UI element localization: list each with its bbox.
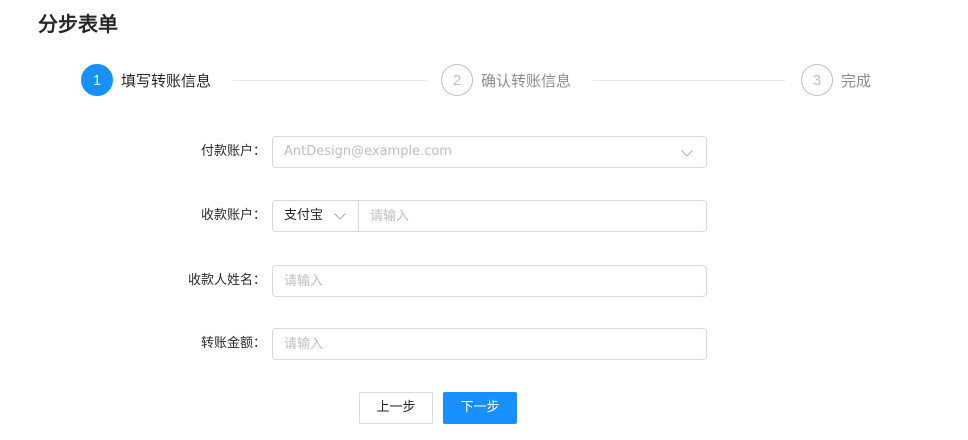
pay-account-placeholder: AntDesign@example.com bbox=[284, 144, 452, 159]
receiver-name-row: 收款人姓名： bbox=[0, 265, 968, 297]
receiver-account-group: 支付宝 bbox=[272, 200, 707, 232]
step-2: 2 确认转账信息 bbox=[441, 64, 571, 96]
receiver-name-field bbox=[272, 265, 707, 297]
receiver-name-label: 收款人姓名： bbox=[187, 273, 266, 288]
step-3-number: 3 bbox=[801, 64, 833, 96]
amount-input[interactable] bbox=[273, 329, 706, 359]
step-connector-1 bbox=[233, 80, 427, 81]
next-step-button[interactable]: 下一步 bbox=[443, 392, 517, 424]
receiver-name-input[interactable] bbox=[273, 266, 706, 296]
pay-account-select[interactable]: AntDesign@example.com bbox=[272, 136, 707, 168]
amount-field bbox=[272, 328, 707, 360]
chevron-down-icon bbox=[681, 145, 693, 157]
step-3: 3 完成 bbox=[801, 64, 871, 96]
steps-bar: 1 填写转账信息 2 确认转账信息 3 完成 bbox=[81, 64, 881, 96]
amount-label: 转账金额： bbox=[200, 336, 266, 351]
pay-account-label: 付款账户： bbox=[200, 144, 266, 159]
step-connector-2 bbox=[593, 80, 785, 81]
receiver-account-input[interactable] bbox=[359, 201, 706, 231]
step-1-title: 填写转账信息 bbox=[121, 71, 212, 90]
payment-type-value: 支付宝 bbox=[284, 208, 324, 223]
step-1: 1 填写转账信息 bbox=[81, 64, 211, 96]
step-3-title: 完成 bbox=[841, 71, 872, 90]
chevron-down-icon bbox=[334, 208, 346, 220]
prev-step-button[interactable]: 上一步 bbox=[359, 392, 433, 424]
step-1-number: 1 bbox=[81, 64, 113, 96]
page-title: 分步表单 bbox=[38, 12, 118, 36]
payment-type-select[interactable]: 支付宝 bbox=[273, 201, 359, 231]
amount-row: 转账金额： bbox=[0, 328, 968, 360]
receiver-account-row: 收款账户： 支付宝 bbox=[0, 200, 968, 232]
receiver-account-label: 收款账户： bbox=[200, 208, 266, 223]
step-2-number: 2 bbox=[441, 64, 473, 96]
step-2-title: 确认转账信息 bbox=[481, 71, 572, 90]
pay-account-row: 付款账户： AntDesign@example.com bbox=[0, 136, 968, 168]
